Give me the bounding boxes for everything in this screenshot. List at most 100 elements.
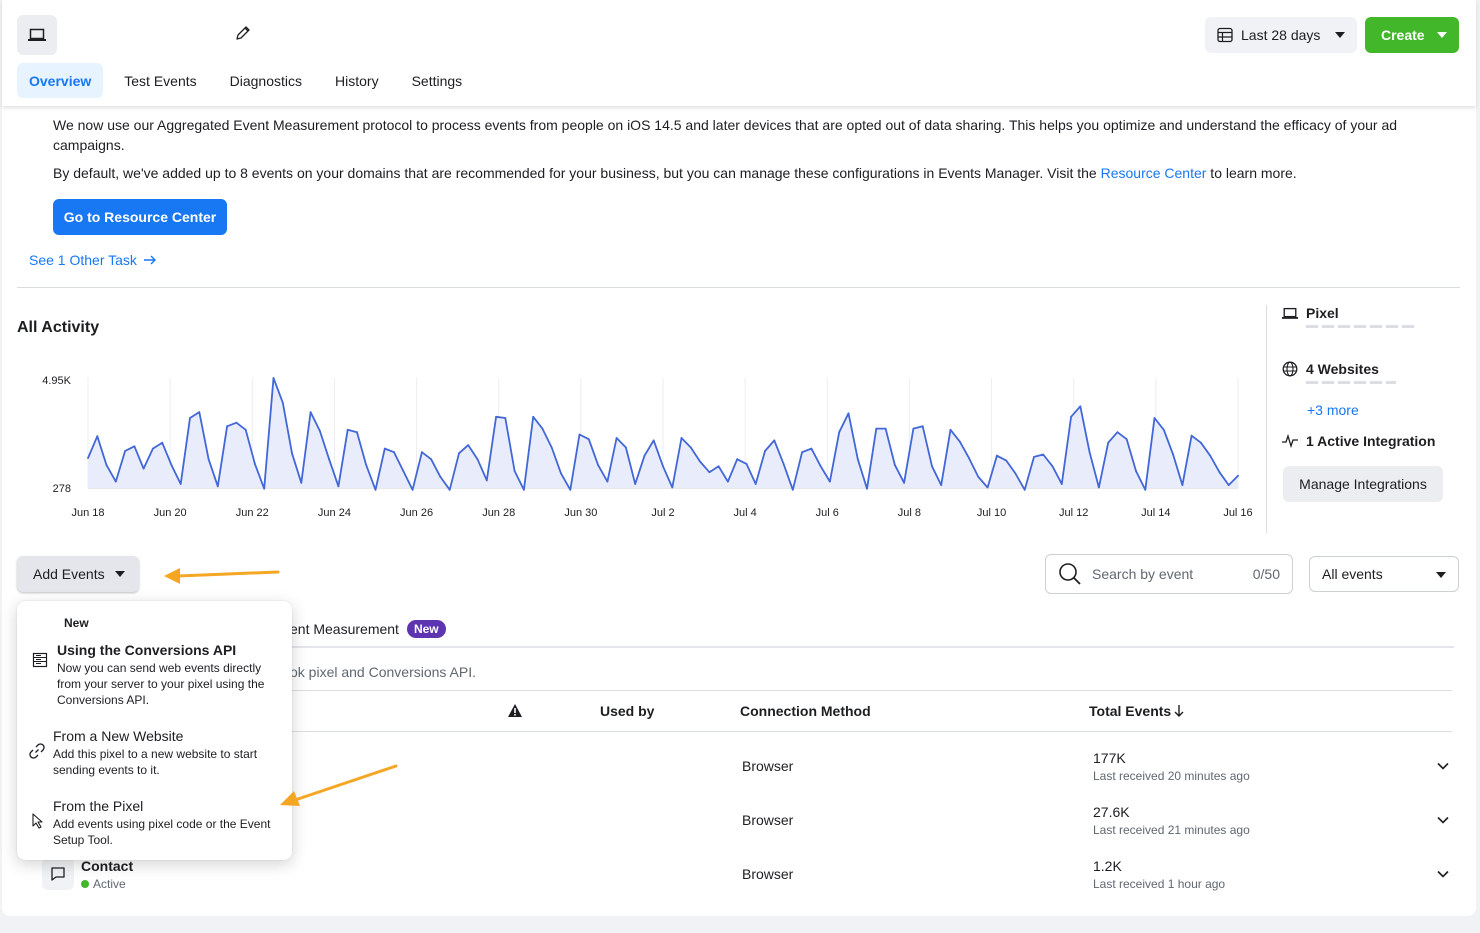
chart-point	[133, 445, 136, 448]
tab-overview[interactable]: Overview	[17, 63, 104, 98]
tab-diagnostics[interactable]: Diagnostics	[218, 63, 314, 98]
header-bar: Last 28 days Create Overview Test Events…	[2, 0, 1476, 106]
chart-point	[523, 488, 525, 491]
row1-last-received: Last received 20 minutes ago	[1093, 769, 1250, 783]
chart-point	[1014, 472, 1017, 475]
chart-point	[1079, 405, 1082, 408]
resource-center-link[interactable]: Resource Center	[1101, 165, 1207, 181]
menu-item-desc: Add events using pixel code or the Event…	[53, 816, 273, 848]
chart-point	[532, 415, 535, 418]
chart-point	[773, 439, 776, 442]
chart-point	[699, 460, 701, 463]
chart-point	[319, 430, 321, 432]
websites-info: 4 Websites	[1282, 361, 1396, 384]
chart-point	[467, 444, 470, 446]
tab-aggregated-event-measurement[interactable]: ent Measurement New	[290, 620, 446, 638]
chart-point	[1144, 488, 1147, 491]
chart-x-tick-label: Jul 8	[898, 507, 921, 519]
search-char-count: 0/50	[1252, 566, 1280, 582]
caret-down-icon	[1436, 572, 1446, 578]
row1-total: 177K	[1093, 750, 1126, 766]
column-header-connection-method[interactable]: Connection Method	[740, 703, 871, 719]
chart-point	[940, 484, 943, 486]
chart-point	[856, 458, 859, 461]
link-icon	[29, 743, 45, 759]
add-events-button[interactable]: Add Events	[17, 556, 139, 592]
desc-line: Add events using pixel code or the Event	[53, 817, 271, 831]
column-header-total-events[interactable]: Total Events	[1089, 703, 1184, 719]
event-filter-value: All events	[1322, 566, 1383, 582]
row3-event-name[interactable]: Contact	[81, 858, 133, 874]
chart-point	[383, 447, 386, 450]
go-to-resource-center-button[interactable]: Go to Resource Center	[53, 199, 227, 235]
tab-settings[interactable]: Settings	[400, 63, 475, 98]
chart-x-tick-label: Jul 12	[1059, 507, 1088, 519]
chart-point	[1060, 483, 1063, 485]
chart-point	[87, 457, 89, 459]
tab-test-events[interactable]: Test Events	[112, 63, 208, 98]
pencil-icon[interactable]	[234, 24, 252, 42]
chart-x-tick-label: Jun 30	[564, 507, 597, 519]
chart-point	[597, 464, 599, 466]
pixel-icon-button[interactable]	[17, 15, 57, 55]
pixel-id-redacted	[1306, 325, 1416, 328]
new-badge: New	[406, 620, 446, 638]
more-websites-link[interactable]: +3 more	[1307, 402, 1359, 418]
chart-x-tick-label: Jul 10	[977, 507, 1006, 519]
chart-point	[1200, 441, 1202, 444]
page: Last 28 days Create Overview Test Events…	[2, 0, 1476, 916]
chart-point	[448, 488, 451, 491]
chart-point	[439, 476, 442, 478]
chart-point	[550, 446, 553, 449]
chart-point	[476, 458, 479, 461]
chart-point	[207, 458, 210, 461]
laptop-icon	[28, 28, 46, 41]
chart-point	[791, 488, 794, 491]
chart-x-tick-label: Jun 18	[71, 507, 104, 519]
chart-point	[986, 486, 989, 489]
chart-point	[179, 483, 182, 485]
chart-point	[198, 411, 201, 413]
chart-point	[430, 458, 432, 461]
chart-point	[819, 465, 822, 468]
chart-point	[309, 411, 312, 413]
chart-point	[513, 470, 516, 472]
search-icon	[1059, 563, 1081, 585]
chevron-down-icon[interactable]	[1436, 813, 1450, 827]
caret-down-icon	[115, 571, 125, 577]
total-events-label: Total Events	[1089, 703, 1172, 719]
chart-point	[124, 450, 126, 452]
vertical-divider	[1266, 305, 1267, 533]
row3-status-text: Active	[93, 877, 126, 891]
arrow-right-icon	[143, 255, 156, 265]
event-filter-select[interactable]: All events	[1309, 556, 1459, 592]
see-other-task-link[interactable]: See 1 Other Task	[29, 252, 157, 268]
chevron-down-icon[interactable]	[1436, 867, 1450, 881]
aem-tab-label: ent Measurement	[290, 621, 399, 637]
chart-point	[1172, 453, 1174, 456]
desc-line: from your server to your pixel using the	[57, 677, 265, 691]
chart-x-tick-label: Jul 16	[1223, 507, 1252, 519]
chart-point	[875, 427, 878, 430]
chart-point	[606, 480, 609, 483]
chart-point	[782, 463, 785, 465]
column-header-used-by[interactable]: Used by	[600, 703, 654, 719]
chart-point	[1162, 428, 1165, 431]
tab-history[interactable]: History	[323, 63, 391, 98]
chart-point	[1153, 417, 1156, 419]
chart-point	[96, 435, 99, 438]
chevron-down-icon[interactable]	[1436, 759, 1450, 773]
cursor-icon	[32, 813, 43, 829]
status-dot	[81, 880, 89, 888]
row3-last-received: Last received 1 hour ago	[1093, 877, 1226, 891]
manage-integrations-button[interactable]: Manage Integrations	[1283, 466, 1443, 502]
chart-point	[263, 487, 266, 490]
chart-point	[801, 451, 803, 454]
chart-point	[272, 377, 275, 379]
date-range-button[interactable]: Last 28 days	[1205, 17, 1357, 53]
search-input[interactable]: Search by event 0/50	[1045, 554, 1293, 594]
create-button[interactable]: Create	[1365, 17, 1459, 53]
websites-label: 4 Websites	[1306, 361, 1379, 377]
chart-point	[736, 458, 739, 461]
chart-point	[1051, 465, 1054, 468]
